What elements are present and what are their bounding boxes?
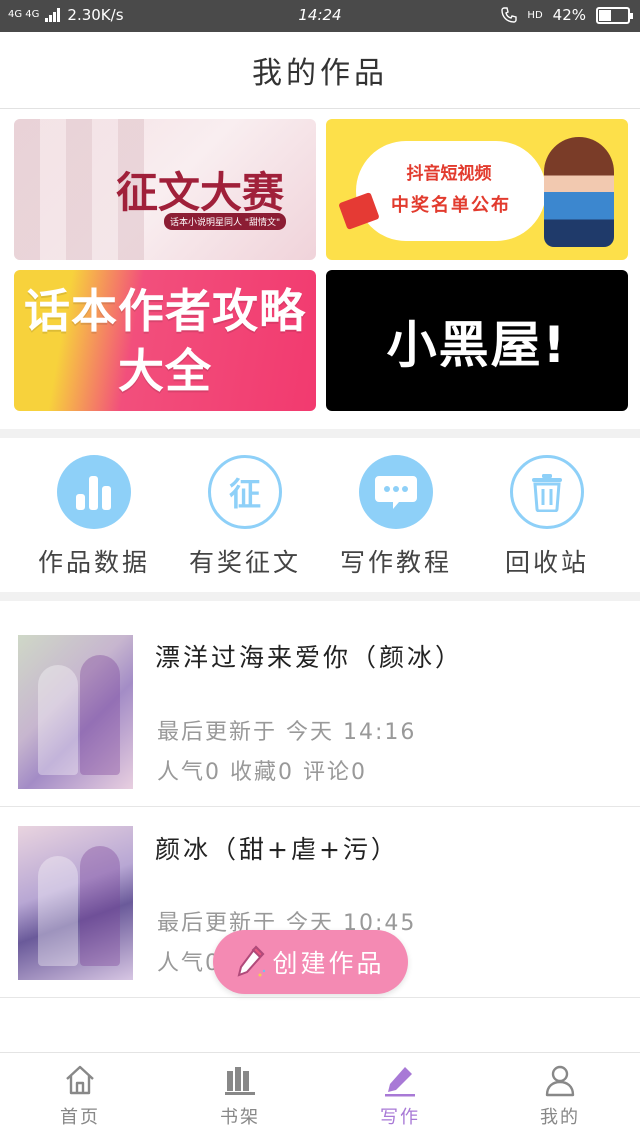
nav-profile-label: 我的 xyxy=(540,1107,580,1128)
quick-action-label: 有奖征文 xyxy=(188,548,301,577)
bottom-nav: 首页 书架 写作 我的 xyxy=(0,1052,640,1138)
banner-blackhouse[interactable]: 小黑屋! xyxy=(326,270,628,411)
banner-contest-subtitle: 话本小说明星同人 "甜情文" xyxy=(164,213,287,230)
quick-action-stats[interactable]: 作品数据 xyxy=(24,455,164,579)
pencil-icon xyxy=(238,945,266,977)
phone-icon xyxy=(501,7,518,23)
quick-action-trash[interactable]: 回收站 xyxy=(477,455,617,579)
quick-action-label: 回收站 xyxy=(504,548,589,577)
quick-action-tutorial[interactable]: 写作教程 xyxy=(326,455,466,579)
banner-douyin-line1: 抖音短视频 xyxy=(406,164,492,184)
bar-chart-glyph xyxy=(76,476,111,510)
status-right: HD 42% xyxy=(501,6,633,24)
work-cover-image xyxy=(18,635,133,789)
quick-action-contest[interactable]: 征 有奖征文 xyxy=(175,455,315,579)
chat-bubble-glyph xyxy=(375,476,417,509)
quick-action-label: 写作教程 xyxy=(339,548,452,577)
banner-grid: 征文大赛 话本小说明星同人 "甜情文" 抖音短视频 中奖名单公布 话本作者攻略 … xyxy=(14,119,628,411)
work-title: 颜冰（甜+虐+污） xyxy=(155,835,399,864)
nav-profile[interactable]: 我的 xyxy=(500,1063,620,1129)
work-updated: 最后更新于 今天 14:16 xyxy=(157,720,417,745)
page-title: 我的作品 xyxy=(252,56,388,91)
section-divider xyxy=(0,429,640,438)
contest-glyph: 征 xyxy=(228,475,261,513)
contest-icon: 征 xyxy=(208,455,282,529)
quick-action-label: 作品数据 xyxy=(37,548,150,577)
trash-icon xyxy=(510,455,584,529)
quick-actions: 作品数据 征 有奖征文 写作教程 回收站 xyxy=(0,447,640,597)
pencil-icon xyxy=(385,1067,415,1097)
battery-fill xyxy=(599,9,611,21)
banner-guide-text: 话本作者攻略 大全 xyxy=(24,281,306,401)
battery-percent: 42% xyxy=(552,6,586,24)
banner-guide[interactable]: 话本作者攻略 大全 xyxy=(14,270,316,411)
work-title: 漂洋过海来爱你（颜冰） xyxy=(155,643,464,672)
section-divider xyxy=(0,592,640,601)
create-work-label: 创建作品 xyxy=(272,949,385,978)
battery-icon xyxy=(596,6,633,24)
banner-douyin[interactable]: 抖音短视频 中奖名单公布 xyxy=(326,119,628,260)
nav-write[interactable]: 写作 xyxy=(340,1063,460,1129)
bar-chart-icon xyxy=(57,455,131,529)
banner-contest-title: 征文大赛 xyxy=(115,168,284,217)
banner-blackhouse-title: 小黑屋! xyxy=(386,315,568,374)
nav-home[interactable]: 首页 xyxy=(20,1063,140,1129)
banner-douyin-line2: 中奖名单公布 xyxy=(391,195,511,216)
banner-guide-line1: 话本作者攻略 xyxy=(24,283,306,338)
page-header: 我的作品 xyxy=(0,32,640,109)
banner-contest[interactable]: 征文大赛 话本小说明星同人 "甜情文" xyxy=(14,119,316,260)
banner-douyin-illustration xyxy=(544,137,614,247)
banner-guide-line2: 大全 xyxy=(118,343,212,398)
nav-bookshelf[interactable]: 书架 xyxy=(180,1063,300,1129)
nav-home-label: 首页 xyxy=(60,1107,100,1128)
nav-bookshelf-label: 书架 xyxy=(220,1107,260,1128)
status-bar: 4G 4G 2.30K/s 14:24 HD 42% xyxy=(0,0,640,32)
create-work-button[interactable]: 创建作品 xyxy=(213,930,408,994)
hd-indicator: HD xyxy=(527,9,543,21)
chat-bubble-icon xyxy=(359,455,433,529)
profile-icon xyxy=(545,1065,575,1097)
work-stats: 人气0 收藏0 评论0 xyxy=(157,760,367,785)
work-cover-image xyxy=(18,826,133,980)
nav-write-label: 写作 xyxy=(380,1107,420,1128)
home-icon xyxy=(66,1065,94,1095)
trash-glyph xyxy=(532,474,562,512)
bookshelf-icon xyxy=(225,1067,255,1095)
